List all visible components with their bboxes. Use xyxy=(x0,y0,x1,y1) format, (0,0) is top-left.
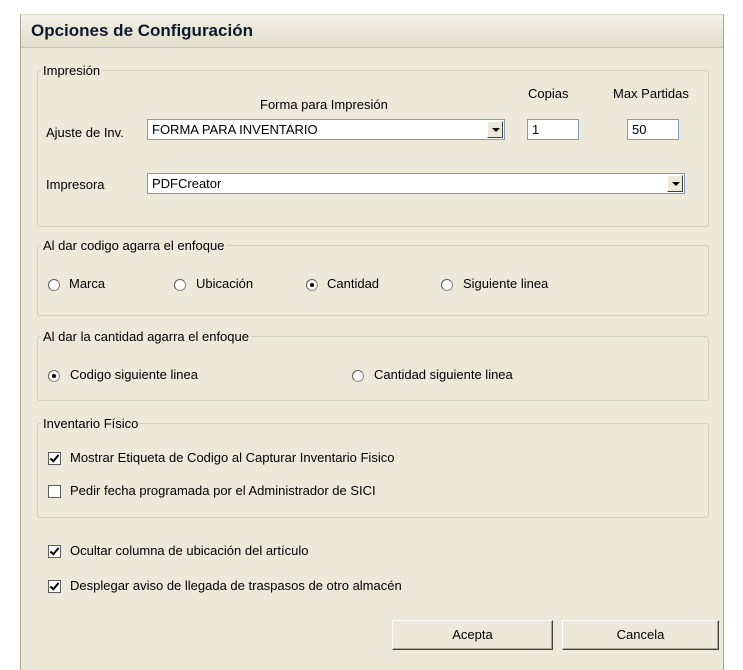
mostrar-etiqueta-label: Mostrar Etiqueta de Codigo al Capturar I… xyxy=(70,450,395,465)
desplegar-aviso-checkbox[interactable] xyxy=(48,580,61,593)
title-bar: Opciones de Configuración xyxy=(21,15,723,48)
radio-codigo-siguiente[interactable] xyxy=(48,370,60,382)
window-title: Opciones de Configuración xyxy=(31,21,253,40)
radio-siguiente-linea[interactable] xyxy=(441,279,453,291)
impresora-label: Impresora xyxy=(46,177,105,192)
config-dialog: Opciones de Configuración Impresión Form… xyxy=(20,14,724,670)
mostrar-etiqueta-checkbox[interactable] xyxy=(48,452,61,465)
forma-select[interactable]: FORMA PARA INVENTARIO xyxy=(147,119,505,140)
radio-ubicacion[interactable] xyxy=(174,279,186,291)
radio-cantidad[interactable] xyxy=(306,279,318,291)
radio-siguiente-linea-label: Siguiente linea xyxy=(463,276,549,291)
inventario-fisico-legend: Inventario Físico xyxy=(43,416,139,431)
radio-codigo-siguiente-label: Codigo siguiente linea xyxy=(70,367,198,382)
inventario-fisico-group: Inventario Físico xyxy=(37,416,709,518)
copias-label: Copias xyxy=(528,86,569,101)
forma-label: Forma para Impresión xyxy=(260,97,388,112)
enfoque-cantidad-group: Al dar la cantidad agarra el enfoque xyxy=(37,329,709,401)
radio-cantidad-siguiente-label: Cantidad siguiente linea xyxy=(374,367,513,382)
radio-cantidad-siguiente[interactable] xyxy=(352,370,364,382)
max-partidas-value: 50 xyxy=(632,122,647,137)
desplegar-aviso-label: Desplegar aviso de llegada de traspasos … xyxy=(70,578,402,593)
cancela-button[interactable]: Cancela xyxy=(562,620,719,650)
radio-marca[interactable] xyxy=(48,279,60,291)
radio-marca-label: Marca xyxy=(69,276,106,291)
enfoque-codigo-legend: Al dar codigo agarra el enfoque xyxy=(43,238,225,253)
ocultar-columna-label: Ocultar columna de ubicación del artícul… xyxy=(70,543,309,558)
ocultar-columna-checkbox[interactable] xyxy=(48,545,61,558)
pedir-fecha-label: Pedir fecha programada por el Administra… xyxy=(70,483,376,498)
impresion-group: Impresión xyxy=(37,63,709,227)
enfoque-cantidad-legend: Al dar la cantidad agarra el enfoque xyxy=(43,329,249,344)
chevron-down-icon[interactable] xyxy=(667,175,683,192)
radio-cantidad-label: Cantidad xyxy=(327,276,380,291)
max-partidas-label: Max Partidas xyxy=(613,86,689,101)
impresora-value: PDFCreator xyxy=(152,176,222,191)
radio-ubicacion-label: Ubicación xyxy=(196,276,254,291)
copias-input[interactable]: 1 xyxy=(527,119,579,140)
impresora-select[interactable]: PDFCreator xyxy=(147,173,685,194)
pedir-fecha-checkbox[interactable] xyxy=(48,485,61,498)
impresion-legend: Impresión xyxy=(43,63,101,78)
ajuste-label: Ajuste de Inv. xyxy=(46,125,124,140)
forma-value: FORMA PARA INVENTARIO xyxy=(152,122,318,137)
acepta-button[interactable]: Acepta xyxy=(392,620,553,650)
chevron-down-icon[interactable] xyxy=(487,121,503,138)
max-partidas-input[interactable]: 50 xyxy=(627,119,679,140)
copias-value: 1 xyxy=(532,122,540,137)
